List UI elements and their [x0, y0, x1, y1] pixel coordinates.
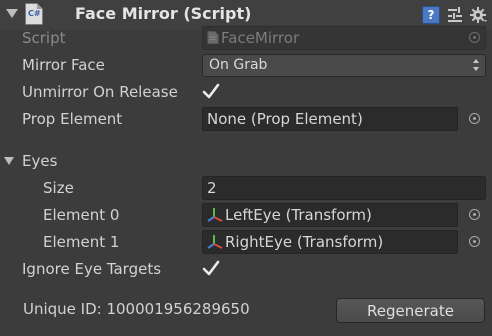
eyes-size-label: Size: [43, 179, 74, 197]
object-picker-icon[interactable]: [469, 236, 480, 247]
element-1-field[interactable]: RightEye (Transform): [202, 230, 458, 254]
script-value: FaceMirror: [221, 29, 300, 47]
object-picker-icon[interactable]: [469, 209, 480, 220]
eyes-size-input[interactable]: 2: [202, 176, 486, 200]
element-1-value: RightEye (Transform): [225, 233, 384, 251]
prop-element-field[interactable]: None (Prop Element): [202, 107, 458, 131]
csharp-script-icon: C#: [25, 3, 43, 25]
prop-element-label: Prop Element: [22, 110, 123, 128]
script-label: Script: [22, 29, 66, 47]
presets-icon[interactable]: [446, 6, 464, 24]
component-title: Face Mirror (Script): [75, 4, 252, 23]
eyes-size-row: Size 2: [0, 175, 492, 202]
prop-element-row: Prop Element None (Prop Element): [0, 106, 492, 133]
element-0-field[interactable]: LeftEye (Transform): [202, 203, 458, 227]
eyes-foldout[interactable]: Eyes: [0, 148, 492, 175]
unmirror-on-release-checkbox[interactable]: [202, 83, 220, 101]
unique-id-text: Unique ID: 100001956289650: [23, 300, 250, 318]
mirror-face-dropdown[interactable]: On Grab: [202, 54, 486, 77]
ignore-eye-targets-row: Ignore Eye Targets: [0, 256, 492, 283]
face-mirror-inspector: C# Face Mirror (Script) ? Script FaceMir…: [0, 0, 492, 336]
script-field: FaceMirror: [202, 26, 486, 50]
element-0-label: Element 0: [43, 206, 120, 224]
script-file-icon: [207, 31, 219, 44]
foldout-arrow-icon[interactable]: [6, 9, 18, 18]
eyes-label: Eyes: [22, 152, 58, 170]
regenerate-button[interactable]: Regenerate: [336, 298, 485, 323]
unmirror-on-release-label: Unmirror On Release: [22, 83, 178, 101]
ignore-eye-targets-checkbox[interactable]: [202, 260, 220, 278]
transform-icon: [207, 208, 223, 222]
transform-icon: [207, 235, 223, 249]
script-row: Script FaceMirror: [0, 25, 492, 52]
mirror-face-selected: On Grab: [209, 57, 268, 73]
object-picker-icon[interactable]: [469, 113, 480, 124]
element-1-label: Element 1: [43, 233, 120, 251]
script-icon-text: C#: [28, 9, 41, 18]
header-icons: ?: [422, 4, 488, 26]
help-icon[interactable]: ?: [422, 6, 440, 24]
mirror-face-row: Mirror Face On Grab: [0, 52, 492, 79]
mirror-face-label: Mirror Face: [22, 56, 105, 74]
eyes-element-0-row: Element 0 LeftEye (Transform): [0, 202, 492, 229]
unmirror-on-release-row: Unmirror On Release: [0, 79, 492, 106]
foldout-arrow-icon[interactable]: [4, 157, 14, 165]
gear-icon[interactable]: [470, 6, 488, 24]
eyes-element-1-row: Element 1 RightEye (Transform): [0, 229, 492, 256]
ignore-eye-targets-label: Ignore Eye Targets: [22, 260, 162, 278]
element-0-value: LeftEye (Transform): [225, 206, 372, 224]
dropdown-arrows-icon: [473, 59, 479, 71]
footer-row: Unique ID: 100001956289650 Regenerate: [0, 293, 492, 329]
object-picker-icon: [469, 32, 480, 43]
